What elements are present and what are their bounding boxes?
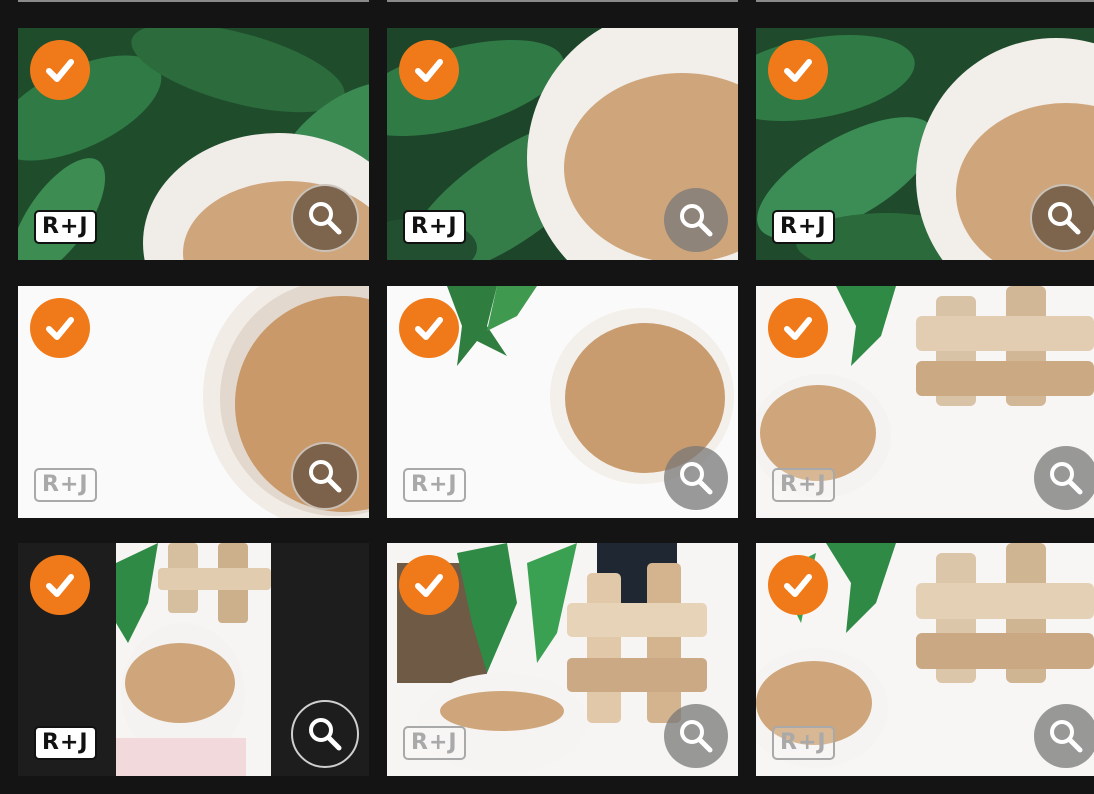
photo-tile[interactable]: R+J — [756, 543, 1094, 776]
photo-tile[interactable]: R+J — [18, 28, 369, 260]
selected-check-icon[interactable] — [399, 298, 459, 358]
watermark-badge: R+J — [403, 468, 466, 502]
previous-row-edge — [756, 0, 1094, 2]
zoom-magnifier-icon[interactable] — [291, 184, 359, 252]
selected-check-icon[interactable] — [30, 298, 90, 358]
zoom-magnifier-icon[interactable] — [664, 704, 728, 768]
watermark-badge: R+J — [772, 210, 835, 244]
zoom-magnifier-icon[interactable] — [664, 188, 728, 252]
selected-check-icon[interactable] — [399, 555, 459, 615]
photo-tile[interactable]: R+J — [756, 28, 1094, 260]
watermark-badge: R+J — [34, 210, 97, 244]
previous-row-edge — [387, 0, 738, 2]
zoom-magnifier-icon[interactable] — [1034, 704, 1094, 768]
selected-check-icon[interactable] — [768, 555, 828, 615]
zoom-magnifier-icon[interactable] — [664, 446, 728, 510]
selected-check-icon[interactable] — [30, 40, 90, 100]
zoom-magnifier-icon[interactable] — [291, 700, 359, 768]
photo-tile[interactable]: R+J — [756, 286, 1094, 518]
selected-check-icon[interactable] — [768, 40, 828, 100]
selected-check-icon[interactable] — [30, 555, 90, 615]
watermark-badge: R+J — [403, 726, 466, 760]
photo-tile[interactable]: R+J — [387, 28, 738, 260]
zoom-magnifier-icon[interactable] — [1034, 446, 1094, 510]
photo-tile[interactable]: R+J — [387, 543, 738, 776]
photo-tile[interactable]: R+J — [387, 286, 738, 518]
selected-check-icon[interactable] — [768, 298, 828, 358]
photo-tile[interactable]: R+J — [18, 543, 369, 776]
zoom-magnifier-icon[interactable] — [291, 442, 359, 510]
watermark-badge: R+J — [772, 726, 835, 760]
watermark-badge: R+J — [34, 726, 97, 760]
photo-tile[interactable]: R+J — [18, 286, 369, 518]
zoom-magnifier-icon[interactable] — [1030, 184, 1094, 252]
watermark-badge: R+J — [34, 468, 97, 502]
previous-row-edge — [18, 0, 369, 2]
watermark-badge: R+J — [772, 468, 835, 502]
watermark-badge: R+J — [403, 210, 466, 244]
selected-check-icon[interactable] — [399, 40, 459, 100]
